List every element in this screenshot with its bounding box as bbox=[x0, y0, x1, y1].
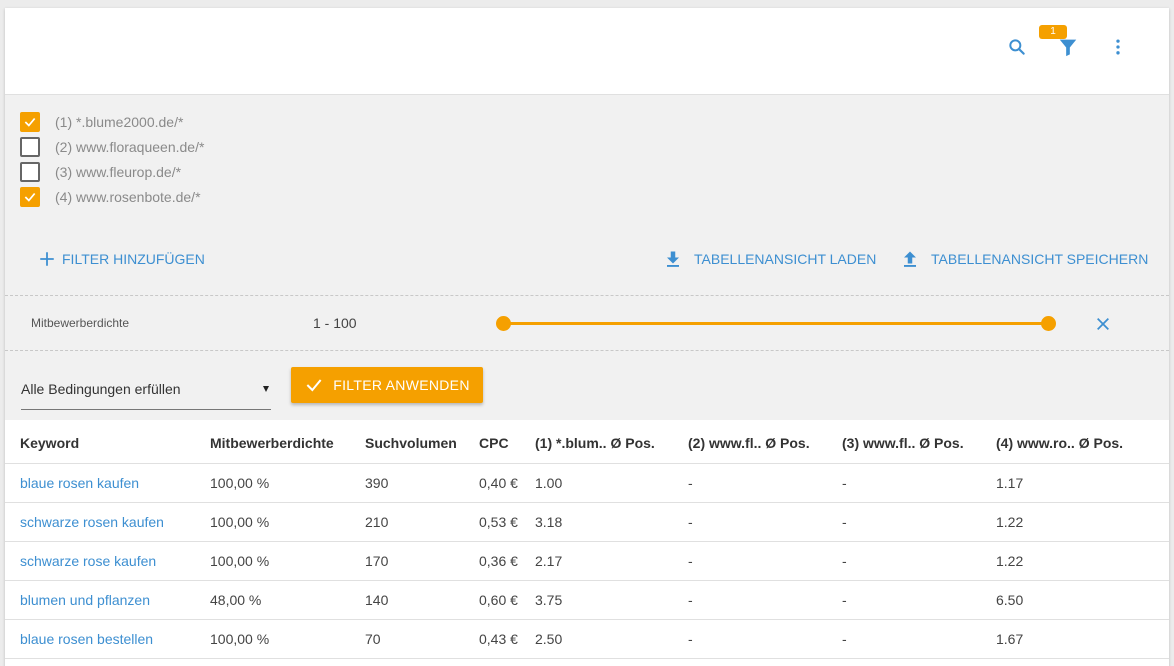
domain-label: (3) www.fleurop.de/* bbox=[55, 164, 182, 180]
domain-label: (1) *.blume2000.de/* bbox=[55, 114, 184, 130]
table-cell: 170 bbox=[350, 541, 464, 581]
save-view-label: TABELLENANSICHT SPEICHERN bbox=[931, 251, 1149, 267]
column-header[interactable]: CPC bbox=[464, 420, 520, 464]
column-header[interactable]: (2) www.fl.. Ø Pos. bbox=[673, 420, 827, 464]
checkbox-unchecked-icon[interactable] bbox=[20, 137, 40, 157]
range-slider-min-handle[interactable] bbox=[496, 316, 511, 331]
filter-range-text: 1 - 100 bbox=[313, 315, 357, 331]
keyword-link[interactable]: schwarze rose kaufen bbox=[5, 541, 195, 581]
column-header[interactable]: Mitbewerberdichte bbox=[195, 420, 350, 464]
table-cell: 0,60 € bbox=[464, 580, 520, 620]
table-cell: - bbox=[673, 463, 827, 503]
table-row: blaue rosen bestellen 100,00 % 70 0,43 €… bbox=[5, 619, 1169, 659]
table-cell: 3.75 bbox=[520, 580, 673, 620]
keyword-table-card: 1 (1) *.blume2000.de/* (2) www.floraquee… bbox=[5, 8, 1169, 666]
plus-icon bbox=[40, 252, 54, 266]
filter-label: Mitbewerberdichte bbox=[31, 316, 130, 330]
filter-row-mitbewerberdichte: Mitbewerberdichte 1 - 100 bbox=[5, 295, 1169, 351]
table-cell: 48,00 % bbox=[195, 580, 350, 620]
table-cell: 3.18 bbox=[520, 502, 673, 542]
column-header[interactable]: (3) www.fl.. Ø Pos. bbox=[827, 420, 981, 464]
table-cell: 100,00 % bbox=[195, 541, 350, 581]
range-slider-track[interactable] bbox=[503, 322, 1048, 325]
domain-checkbox-2[interactable]: (2) www.floraqueen.de/* bbox=[20, 136, 204, 158]
table-row: schwarze rosen kaufen 100,00 % 210 0,53 … bbox=[5, 502, 1169, 542]
keyword-link[interactable]: blaue rosen kaufen bbox=[5, 463, 195, 503]
column-header[interactable]: Keyword bbox=[5, 420, 195, 464]
filter-panel: (1) *.blume2000.de/* (2) www.floraqueen.… bbox=[5, 95, 1169, 420]
load-view-label: TABELLENANSICHT LADEN bbox=[694, 251, 877, 267]
table-cell: 0,43 € bbox=[464, 619, 520, 659]
checkbox-checked-icon[interactable] bbox=[20, 112, 40, 132]
table-cell: 140 bbox=[350, 580, 464, 620]
checkbox-checked-icon[interactable] bbox=[20, 187, 40, 207]
apply-filter-label: FILTER ANWENDEN bbox=[333, 377, 470, 393]
table-cell: 70 bbox=[350, 619, 464, 659]
domain-checkbox-1[interactable]: (1) *.blume2000.de/* bbox=[20, 111, 183, 133]
table-cell: 2.17 bbox=[520, 541, 673, 581]
table-row: blaue rosen kaufen 100,00 % 390 0,40 € 1… bbox=[5, 463, 1169, 503]
table-cell: 1.22 bbox=[981, 541, 1169, 581]
filter-count-badge: 1 bbox=[1039, 25, 1067, 39]
close-icon[interactable] bbox=[1091, 312, 1115, 336]
table-cell: 1.17 bbox=[981, 463, 1169, 503]
check-icon bbox=[306, 379, 322, 392]
table-cell: 6.50 bbox=[981, 580, 1169, 620]
keyword-link[interactable]: schwarze rosen kaufen bbox=[5, 502, 195, 542]
table-row bbox=[5, 658, 1169, 666]
upload-icon bbox=[904, 251, 916, 267]
apply-filter-button[interactable]: FILTER ANWENDEN bbox=[291, 367, 483, 403]
table-cell: 1.22 bbox=[981, 502, 1169, 542]
save-view-button[interactable]: TABELLENANSICHT SPEICHERN bbox=[901, 250, 1148, 268]
table-cell: 100,00 % bbox=[195, 619, 350, 659]
table-header-row: Keyword Mitbewerberdichte Suchvolumen CP… bbox=[5, 420, 1169, 464]
table-cell: - bbox=[827, 463, 981, 503]
load-view-button[interactable]: TABELLENANSICHT LADEN bbox=[664, 250, 876, 268]
table-cell: 210 bbox=[350, 502, 464, 542]
column-header[interactable]: Suchvolumen bbox=[350, 420, 464, 464]
domain-checkbox-4[interactable]: (4) www.rosenbote.de/* bbox=[20, 186, 201, 208]
table-cell: - bbox=[673, 502, 827, 542]
table-cell: - bbox=[827, 502, 981, 542]
search-icon[interactable] bbox=[1005, 35, 1029, 59]
domain-label: (2) www.floraqueen.de/* bbox=[55, 139, 205, 155]
more-vert-icon[interactable] bbox=[1106, 35, 1130, 59]
add-filter-button[interactable]: FILTER HINZUFÜGEN bbox=[38, 250, 205, 268]
keyword-table: Keyword Mitbewerberdichte Suchvolumen CP… bbox=[5, 420, 1169, 666]
column-header[interactable]: (4) www.ro.. Ø Pos. bbox=[981, 420, 1169, 464]
add-filter-label: FILTER HINZUFÜGEN bbox=[62, 251, 205, 267]
range-slider-max-handle[interactable] bbox=[1041, 316, 1056, 331]
keyword-link[interactable]: blumen und pflanzen bbox=[5, 580, 195, 620]
column-header[interactable]: (1) *.blum.. Ø Pos. bbox=[520, 420, 673, 464]
download-icon bbox=[667, 251, 679, 267]
table-cell: - bbox=[827, 619, 981, 659]
table-cell: - bbox=[673, 619, 827, 659]
table-cell: 0,36 € bbox=[464, 541, 520, 581]
table-cell: - bbox=[827, 541, 981, 581]
table-cell: 0,40 € bbox=[464, 463, 520, 503]
table-cell: 100,00 % bbox=[195, 502, 350, 542]
table-cell: 0,53 € bbox=[464, 502, 520, 542]
table-row-spacer bbox=[5, 658, 1169, 666]
table-row: schwarze rose kaufen 100,00 % 170 0,36 €… bbox=[5, 541, 1169, 581]
condition-select[interactable]: Alle Bedingungen erfüllen bbox=[21, 376, 271, 410]
domain-checkbox-3[interactable]: (3) www.fleurop.de/* bbox=[20, 161, 181, 183]
table-row: blumen und pflanzen 48,00 % 140 0,60 € 3… bbox=[5, 580, 1169, 620]
table-cell: 100,00 % bbox=[195, 463, 350, 503]
toolbar: 1 bbox=[5, 8, 1169, 95]
checkbox-unchecked-icon[interactable] bbox=[20, 162, 40, 182]
table-cell: 1.00 bbox=[520, 463, 673, 503]
table-cell: 1.67 bbox=[981, 619, 1169, 659]
domain-label: (4) www.rosenbote.de/* bbox=[55, 189, 201, 205]
table-cell: 390 bbox=[350, 463, 464, 503]
dropdown-arrow-icon bbox=[263, 386, 269, 392]
table-cell: - bbox=[673, 541, 827, 581]
table-cell: - bbox=[673, 580, 827, 620]
keyword-link[interactable]: blaue rosen bestellen bbox=[5, 619, 195, 659]
condition-select-value: Alle Bedingungen erfüllen bbox=[21, 381, 181, 397]
table-cell: 2.50 bbox=[520, 619, 673, 659]
table-cell: - bbox=[827, 580, 981, 620]
